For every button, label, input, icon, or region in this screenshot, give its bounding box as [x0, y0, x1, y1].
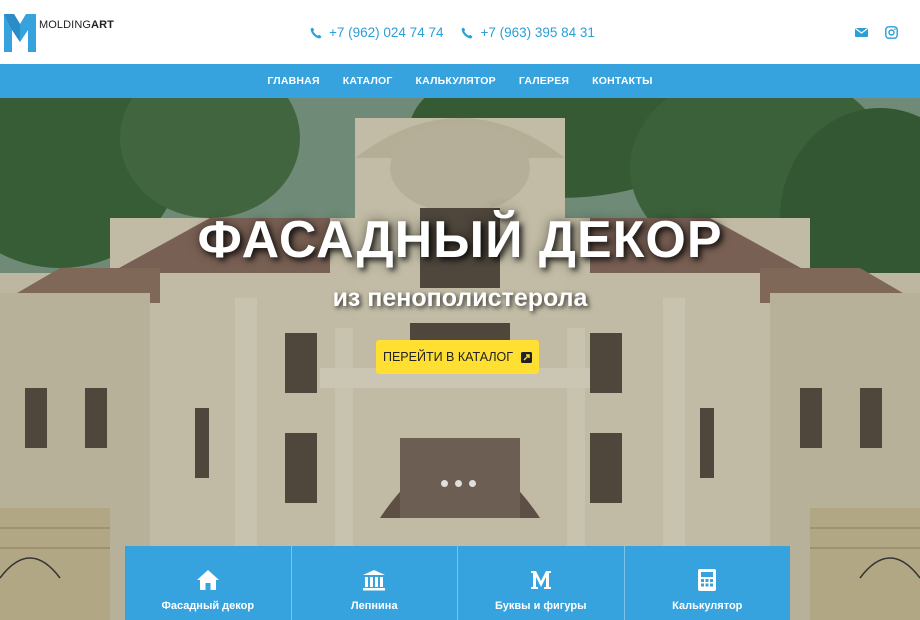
phone-link-1[interactable]: +7 (962) 024 74 74: [310, 25, 443, 40]
tile-calculator[interactable]: Калькулятор: [624, 546, 790, 620]
external-link-icon: [521, 351, 533, 363]
hero-slider: ФАСАДНЫЙ ДЕКОР из пенополистерола ПЕРЕЙТ…: [0, 98, 920, 620]
home-icon: [196, 570, 219, 590]
slider-dot-3[interactable]: [469, 480, 476, 487]
tile-label: Лепнина: [350, 600, 398, 612]
main-nav: ГЛАВНАЯ КАТАЛОГ КАЛЬКУЛЯТОР ГАЛЕРЕЯ КОНТ…: [0, 64, 920, 98]
tile-label: Калькулятор: [672, 600, 743, 612]
nav-item-calculator[interactable]: КАЛЬКУЛЯТОР: [404, 75, 507, 87]
slider-dot-2[interactable]: [455, 480, 462, 487]
tile-moulding[interactable]: Лепнина: [291, 546, 458, 620]
nav-item-gallery[interactable]: ГАЛЕРЕЯ: [507, 75, 580, 87]
nav-item-home[interactable]: ГЛАВНАЯ: [256, 75, 331, 87]
hero-title: ФАСАДНЫЙ ДЕКОР: [197, 211, 723, 269]
phone-icon: [462, 27, 473, 38]
tile-letters-figures[interactable]: Буквы и фигуры: [458, 546, 625, 620]
logo-m-icon: [4, 14, 36, 52]
slider-dots: [441, 480, 476, 487]
mail-icon: [855, 28, 868, 37]
social-links: [855, 26, 898, 39]
tile-label: Фасадный декор: [161, 600, 255, 612]
tile-label: Буквы и фигуры: [495, 600, 587, 612]
feature-tiles: Фасадный декор Лепнина Буквы и фигуры Ка…: [125, 546, 790, 620]
tile-facade-decor[interactable]: Фасадный декор: [125, 546, 292, 620]
phone-list: +7 (962) 024 74 74 +7 (963) 395 84 31: [310, 25, 595, 40]
phone-link-2[interactable]: +7 (963) 395 84 31: [461, 25, 595, 40]
logo-text: MOLDINGART: [39, 19, 114, 31]
mail-link[interactable]: [855, 26, 868, 39]
cta-label: ПЕРЕЙТИ В КАТАЛОГ: [382, 350, 514, 364]
instagram-icon: [885, 26, 898, 39]
phone-number-2: +7 (963) 395 84 31: [480, 25, 595, 40]
letter-m-icon: [530, 571, 551, 589]
columns-icon: [363, 570, 386, 591]
hero-subtitle: из пенополистерола: [332, 284, 588, 312]
nav-item-contacts[interactable]: КОНТАКТЫ: [581, 75, 664, 87]
top-bar: MOLDINGART +7 (962) 024 74 74 +7 (963) 3…: [0, 0, 920, 64]
calculator-icon: [698, 569, 717, 591]
site-logo[interactable]: MOLDINGART: [4, 14, 114, 52]
go-to-catalog-button[interactable]: ПЕРЕЙТИ В КАТАЛОГ: [376, 340, 539, 374]
nav-item-catalog[interactable]: КАТАЛОГ: [331, 75, 404, 87]
phone-number-1: +7 (962) 024 74 74: [329, 25, 444, 40]
phone-icon: [310, 27, 322, 38]
instagram-link[interactable]: [885, 26, 898, 39]
slider-dot-1[interactable]: [441, 480, 448, 487]
